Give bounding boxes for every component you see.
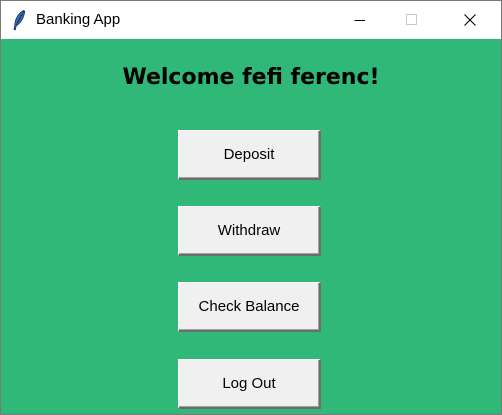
feather-icon: [11, 9, 27, 31]
minimize-button[interactable]: [337, 1, 383, 39]
app-window: Banking App Welcome fefi ferenc! Deposit…: [0, 0, 502, 415]
close-button[interactable]: [447, 1, 493, 39]
minimize-icon: [354, 20, 365, 21]
maximize-icon: [406, 14, 417, 25]
close-icon: [464, 14, 476, 26]
log-out-button[interactable]: Log Out: [178, 359, 321, 409]
withdraw-button[interactable]: Withdraw: [178, 206, 321, 256]
check-balance-button[interactable]: Check Balance: [178, 282, 321, 332]
window-title: Banking App: [36, 11, 121, 28]
deposit-button[interactable]: Deposit: [178, 130, 321, 180]
welcome-heading: Welcome fefi ferenc!: [122, 65, 380, 90]
title-bar[interactable]: Banking App: [1, 1, 501, 39]
maximize-button[interactable]: [389, 1, 435, 39]
main-panel: Welcome fefi ferenc! Deposit Withdraw Ch…: [1, 39, 501, 414]
